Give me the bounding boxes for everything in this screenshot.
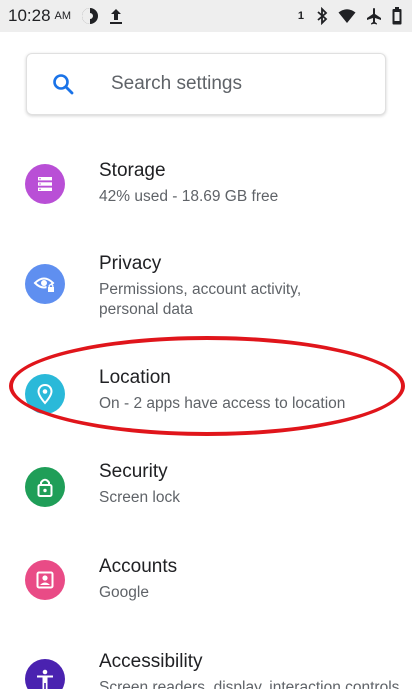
settings-item-title: Accounts (99, 556, 178, 577)
search-icon (52, 73, 74, 95)
settings-item-title: Security (99, 461, 168, 482)
settings-screen: 10:28 AM 1 Search settings Storage 42% u… (0, 0, 412, 689)
settings-item-security[interactable]: Security Screen lock (0, 452, 412, 532)
data-saver-icon (81, 7, 99, 25)
settings-item-summary: Google (99, 584, 149, 601)
settings-item-summary: 42% used - 18.69 GB free (99, 188, 279, 205)
wifi-icon (338, 8, 356, 24)
settings-item-title: Storage (99, 160, 166, 181)
settings-item-privacy[interactable]: Privacy Permissions, account activity, p… (0, 242, 412, 332)
airplane-icon (366, 7, 382, 25)
settings-item-summary: Permissions, account activity, personal … (99, 281, 302, 318)
storage-icon (25, 164, 65, 204)
settings-item-storage[interactable]: Storage 42% used - 18.69 GB free (0, 150, 412, 230)
settings-item-title: Privacy (99, 253, 162, 274)
settings-item-location[interactable]: Location On - 2 apps have access to loca… (0, 356, 412, 436)
accessibility-icon (25, 659, 65, 689)
location-pin-icon (25, 374, 65, 414)
search-placeholder: Search settings (111, 73, 242, 94)
settings-item-title: Location (99, 367, 171, 388)
lock-icon (25, 467, 65, 507)
upload-icon (109, 7, 123, 25)
settings-item-title: Accessibility (99, 651, 203, 672)
settings-item-accounts[interactable]: Accounts Google (0, 546, 412, 626)
accounts-icon (25, 560, 65, 600)
search-bar[interactable]: Search settings (26, 53, 386, 115)
privacy-icon (25, 264, 65, 304)
settings-item-summary: On - 2 apps have access to location (99, 395, 346, 412)
bluetooth-icon (316, 7, 328, 25)
settings-item-summary: Screen readers, display, interaction con… (99, 679, 400, 689)
status-ampm: AM (54, 10, 72, 22)
settings-item-accessibility[interactable]: Accessibility Screen readers, display, i… (0, 640, 412, 689)
sim-number: 1 (297, 10, 304, 22)
battery-icon (392, 7, 402, 25)
status-time: 10:28 (8, 6, 51, 25)
settings-item-summary: Screen lock (99, 489, 180, 506)
status-bar: 10:28 AM 1 (0, 0, 412, 32)
